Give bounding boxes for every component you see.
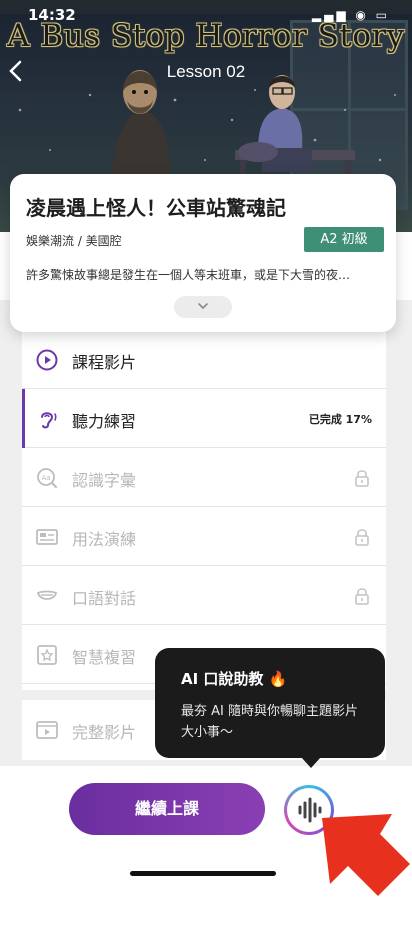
- tooltip-body: 最夯 AI 隨時與你暢聊主題影片大小事～: [181, 704, 358, 740]
- course-item-label: 口語對話: [72, 589, 137, 608]
- red-arrow-annotation: [322, 814, 410, 896]
- course-item-listening[interactable]: 聽力練習 已完成 17%: [22, 389, 386, 448]
- lesson-category: 娛樂潮流 / 美國腔: [26, 234, 122, 248]
- full-video-icon: [36, 721, 58, 739]
- lesson-title: 凌晨遇上怪人！公車站驚魂記: [26, 196, 286, 220]
- lock-icon: [355, 470, 369, 487]
- course-item-usage[interactable]: 用法演練: [22, 507, 386, 566]
- course-item-label: 認識字彙: [72, 471, 137, 490]
- course-item-label: 課程影片: [72, 353, 137, 372]
- svg-text:Aa: Aa: [41, 474, 50, 482]
- course-item-video[interactable]: 課程影片: [22, 330, 386, 389]
- lock-icon: [355, 588, 369, 605]
- full-video-label: 完整影片: [72, 723, 137, 742]
- course-item-label: 用法演練: [72, 530, 137, 549]
- continue-lesson-button[interactable]: 繼續上課: [69, 783, 265, 835]
- course-item-speaking[interactable]: 口語對話: [22, 566, 386, 625]
- ai-tutor-tooltip[interactable]: AI 口說助教 🔥 最夯 AI 隨時與你暢聊主題影片大小事～: [155, 648, 385, 768]
- tooltip-title: AI 口說助教 🔥: [181, 670, 288, 688]
- practice-card-icon: [36, 529, 58, 545]
- course-item-label: 聽力練習: [72, 412, 137, 431]
- hero-title: A Bus Stop Horror Story: [7, 18, 405, 54]
- smart-review-icon: [37, 645, 57, 665]
- speaking-mouth-icon: [36, 590, 58, 600]
- course-list: 課程影片 聽力練習 已完成 17% Aa 認識字彙 用法演練 口語對話 智慧複習: [22, 330, 386, 690]
- vocabulary-search-icon: Aa: [37, 468, 57, 488]
- play-circle-icon: [36, 349, 58, 371]
- lesson-description: 許多驚悚故事總是發生在一個人等末班車，或是下大雪的夜…: [26, 268, 351, 282]
- level-badge: A2 初級: [304, 227, 384, 252]
- expand-button[interactable]: [174, 296, 232, 318]
- course-item-vocabulary[interactable]: Aa 認識字彙: [22, 448, 386, 507]
- course-item-label: 智慧複習: [72, 648, 137, 667]
- lesson-label: Lesson 02: [166, 62, 246, 81]
- lesson-info-card: 凌晨遇上怪人！公車站驚魂記 娛樂潮流 / 美國腔 A2 初級 許多驚悚故事總是發…: [10, 174, 396, 332]
- progress-status: 已完成 17%: [308, 413, 372, 426]
- ear-icon: [41, 412, 57, 429]
- home-indicator: [130, 871, 276, 876]
- lock-icon: [355, 529, 369, 546]
- chevron-down-icon: [198, 303, 208, 310]
